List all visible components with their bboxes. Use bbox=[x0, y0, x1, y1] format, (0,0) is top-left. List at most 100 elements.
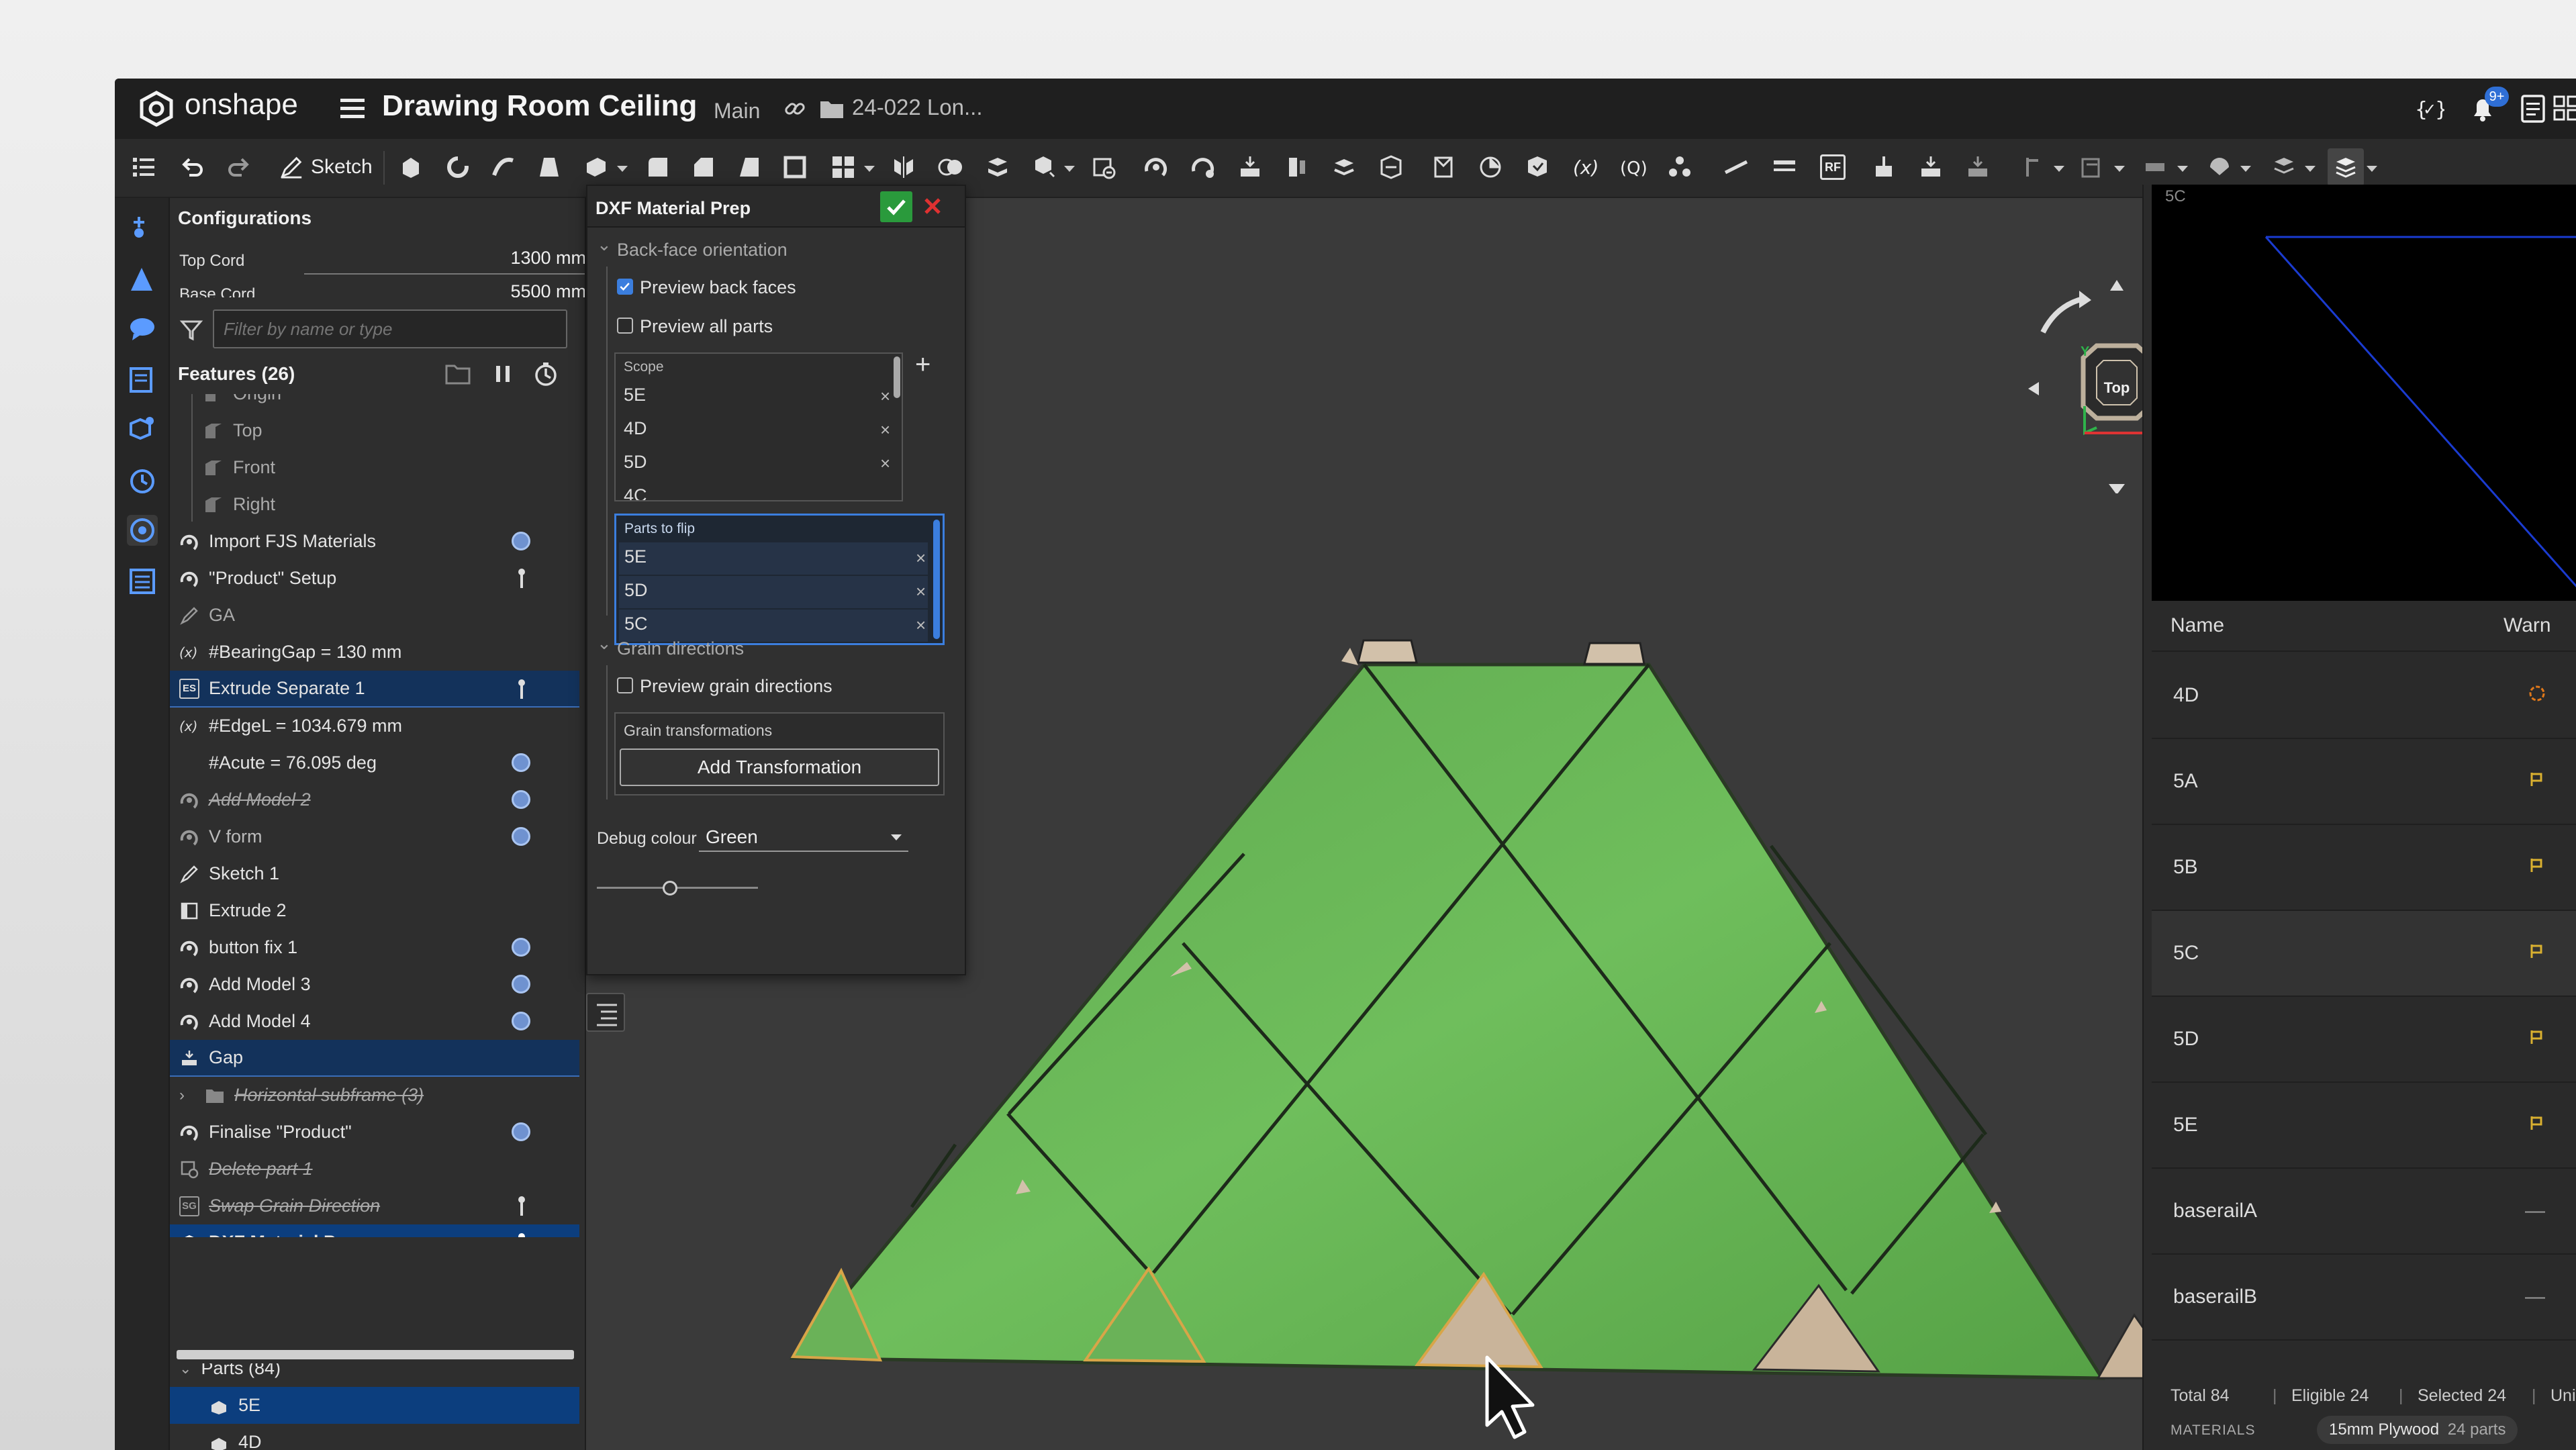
remove-item-icon[interactable]: × bbox=[880, 420, 890, 440]
feature-item-right[interactable]: Right bbox=[170, 486, 579, 523]
plane-icon[interactable] bbox=[1718, 148, 1754, 186]
folder-add-icon[interactable] bbox=[445, 362, 471, 386]
onshape-logo-icon[interactable] bbox=[139, 91, 174, 127]
table-row[interactable]: 5D bbox=[2152, 997, 2576, 1083]
menu-icon[interactable] bbox=[340, 97, 365, 120]
confirm-check-icon[interactable] bbox=[880, 191, 912, 222]
custom-feature-15-icon[interactable] bbox=[2137, 148, 2173, 186]
custom-feature-10-icon[interactable] bbox=[1866, 148, 1902, 186]
assembly-parts-icon[interactable] bbox=[1662, 148, 1698, 186]
scope-item[interactable]: 4D bbox=[624, 418, 647, 439]
add-scope-icon[interactable]: + bbox=[915, 350, 931, 380]
custom-feature-8-icon[interactable] bbox=[1472, 148, 1509, 186]
feature-item-v-form[interactable]: V form bbox=[170, 818, 579, 855]
rollback-status-icon[interactable] bbox=[512, 790, 530, 809]
chevron-down-icon[interactable]: ⌄ bbox=[179, 1363, 191, 1378]
remove-item-icon[interactable]: × bbox=[916, 548, 926, 569]
notes-icon[interactable] bbox=[2518, 93, 2548, 124]
custom-feature-4-icon[interactable] bbox=[1279, 148, 1315, 186]
redo-icon[interactable] bbox=[221, 148, 257, 186]
scope-scrollbar[interactable] bbox=[894, 356, 900, 398]
feature-list-toggle-icon[interactable] bbox=[126, 148, 162, 186]
feature-item-sketch-1[interactable]: Sketch 1 bbox=[170, 855, 579, 892]
cancel-close-icon[interactable] bbox=[916, 191, 949, 222]
preview-grain-checkbox[interactable] bbox=[617, 677, 633, 693]
variable-studio-icon[interactable]: {✓} bbox=[2414, 93, 2448, 124]
rollback-status-icon[interactable] bbox=[512, 1122, 530, 1141]
view-rotate-left-icon[interactable] bbox=[2028, 382, 2039, 395]
mate-connector-icon[interactable] bbox=[1766, 148, 1803, 186]
feature-14-dropdown-icon[interactable] bbox=[2114, 166, 2125, 172]
split-icon[interactable] bbox=[980, 148, 1016, 186]
history-icon[interactable] bbox=[127, 465, 158, 496]
table-row[interactable]: 5C bbox=[2152, 911, 2576, 997]
feature-filter-input[interactable] bbox=[213, 309, 567, 348]
remove-item-icon[interactable]: × bbox=[880, 386, 890, 407]
custom-feature-14-icon[interactable] bbox=[2074, 148, 2110, 186]
table-row[interactable]: 5B bbox=[2152, 825, 2576, 911]
config-param-input[interactable]: 5500 mm bbox=[304, 281, 585, 297]
feature-item-acute[interactable]: #Acute = 76.095 deg bbox=[170, 744, 579, 781]
variable-icon[interactable]: (x) bbox=[1568, 148, 1604, 186]
sketch-button[interactable]: Sketch bbox=[275, 148, 375, 186]
comments-icon[interactable] bbox=[127, 313, 158, 344]
pattern-icon[interactable] bbox=[825, 148, 861, 186]
feature-item-edge-length[interactable]: (x) #EdgeL = 1034.679 mm bbox=[170, 708, 579, 744]
preview-back-faces-checkbox[interactable] bbox=[617, 279, 633, 295]
feature-item-origin[interactable]: Origin bbox=[170, 394, 579, 412]
dialog-collapse-icon[interactable] bbox=[586, 993, 625, 1032]
extrude-icon[interactable] bbox=[393, 148, 429, 186]
feature-13-dropdown-icon[interactable] bbox=[2054, 166, 2064, 172]
folder-path[interactable]: 24-022 Lon... bbox=[852, 95, 983, 120]
feature-item-gap[interactable]: Gap bbox=[170, 1040, 579, 1077]
material-chip[interactable]: 15mm Plywood 24 parts bbox=[2317, 1416, 2518, 1444]
custom-feature-6-icon[interactable] bbox=[1373, 148, 1409, 186]
flip-item[interactable]: 5D bbox=[624, 580, 648, 601]
pin-icon[interactable] bbox=[516, 567, 527, 591]
parts-header[interactable]: ⌄ Parts (84) bbox=[170, 1363, 579, 1387]
rollback-status-icon[interactable] bbox=[512, 975, 530, 994]
feature-item-delete-part-1[interactable]: Delete part 1 bbox=[170, 1151, 579, 1188]
custom-feature-11-icon[interactable] bbox=[1913, 148, 1949, 186]
remove-item-icon[interactable]: × bbox=[916, 615, 926, 636]
transform-icon[interactable] bbox=[1025, 148, 1061, 186]
chevron-down-icon[interactable]: ⌄ bbox=[597, 234, 612, 255]
rollback-status-icon[interactable] bbox=[512, 1012, 530, 1030]
panel-splitter[interactable] bbox=[177, 1350, 574, 1359]
table-row[interactable]: 5E bbox=[2152, 1083, 2576, 1169]
dxf-material-prep-tool-icon[interactable] bbox=[2328, 148, 2364, 186]
link-icon[interactable] bbox=[783, 97, 806, 120]
rebuild-timer-icon[interactable] bbox=[532, 360, 559, 387]
feature-item-product-setup[interactable]: "Product" Setup bbox=[170, 560, 579, 597]
draft-icon[interactable] bbox=[731, 148, 767, 186]
add-feature-icon[interactable] bbox=[127, 214, 158, 245]
notes-panel-icon[interactable] bbox=[127, 365, 158, 395]
pin-icon[interactable] bbox=[516, 1194, 527, 1218]
grain-section-title[interactable]: Grain directions bbox=[617, 638, 744, 659]
transform-dropdown-icon[interactable] bbox=[1064, 166, 1075, 172]
scope-item[interactable]: 5D bbox=[624, 452, 647, 473]
table-row[interactable]: 5A bbox=[2152, 739, 2576, 825]
filter-icon[interactable] bbox=[179, 318, 203, 342]
feature-item-top[interactable]: Top bbox=[170, 412, 579, 449]
pattern-dropdown-icon[interactable] bbox=[864, 166, 875, 172]
flip-item[interactable]: 5C bbox=[624, 614, 648, 634]
branch-name[interactable]: Main bbox=[714, 99, 760, 124]
pin-icon[interactable] bbox=[516, 677, 527, 702]
scope-item[interactable]: 5E bbox=[624, 385, 646, 405]
delete-part-icon[interactable] bbox=[1086, 148, 1122, 186]
view-rotate-down-icon[interactable] bbox=[2109, 484, 2125, 493]
custom-feature-2-icon[interactable] bbox=[1185, 148, 1221, 186]
rollback-status-icon[interactable] bbox=[512, 753, 530, 772]
rf-button[interactable]: RF bbox=[1815, 148, 1851, 186]
view-rotate-up-icon[interactable] bbox=[2110, 280, 2124, 291]
feature-item-ga[interactable]: GA bbox=[170, 597, 579, 634]
feature-item-extrude-2[interactable]: Extrude 2 bbox=[170, 892, 579, 929]
scope-query-box[interactable]: Scope 5E × 4D × 5D × 4C bbox=[614, 352, 903, 501]
custom-feature-1-icon[interactable] bbox=[1138, 148, 1174, 186]
sketch-tools-icon[interactable] bbox=[127, 264, 158, 295]
custom-feature-7-icon[interactable] bbox=[1425, 148, 1462, 186]
appearance-icon[interactable] bbox=[127, 515, 158, 546]
rollback-status-icon[interactable] bbox=[512, 827, 530, 846]
bom-icon[interactable] bbox=[127, 566, 158, 597]
